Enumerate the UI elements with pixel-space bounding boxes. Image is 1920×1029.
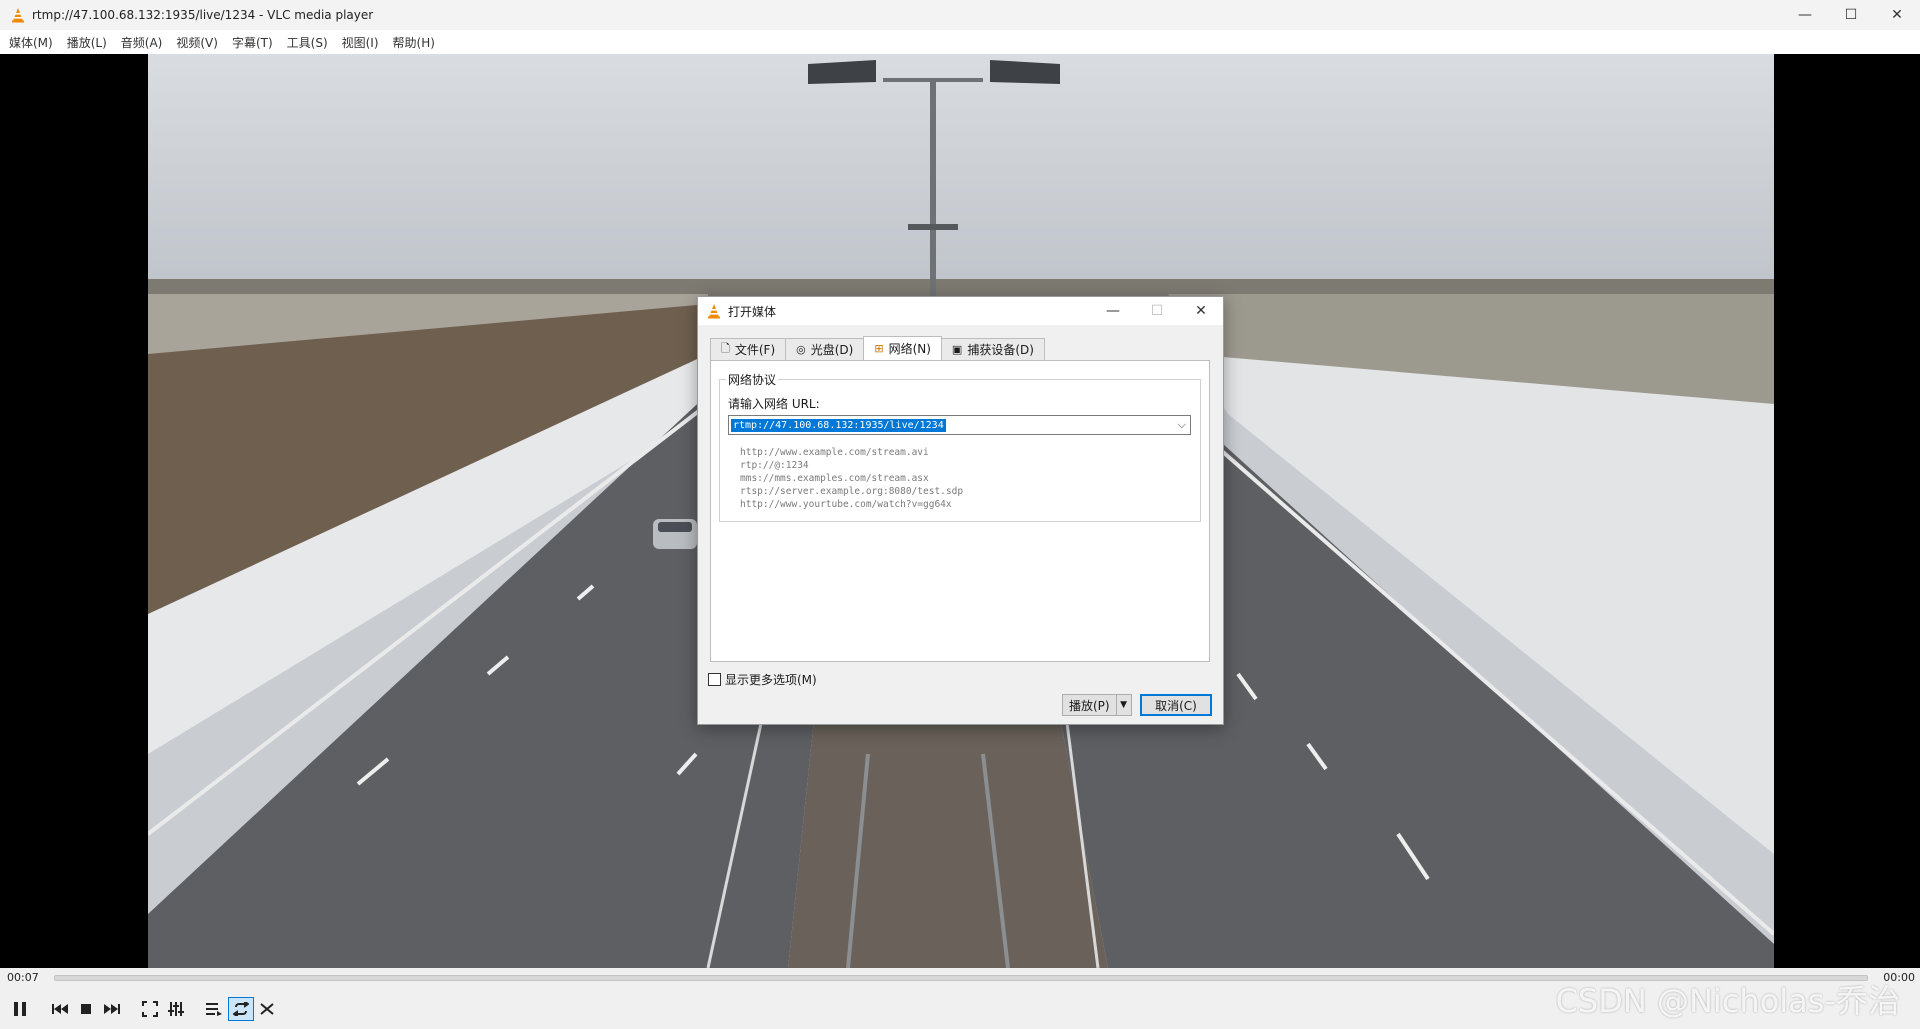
dialog-minimize-button[interactable]: —: [1091, 297, 1135, 325]
disc-icon: ◎: [796, 343, 806, 356]
stop-icon: [81, 1003, 91, 1014]
tab-network[interactable]: ⊞ 网络(N): [863, 336, 942, 360]
equalizer-icon: [168, 1001, 184, 1016]
menu-help[interactable]: 帮助(H): [388, 34, 444, 51]
example-url: mms://mms.examples.com/stream.asx: [740, 473, 929, 484]
url-input-value[interactable]: rtmp://47.100.68.132:1935/live/1234: [731, 418, 946, 432]
example-url: rtsp://server.example.org:8080/test.sdp: [740, 486, 964, 497]
shuffle-button[interactable]: [256, 997, 280, 1021]
vlc-cone-icon: [708, 304, 720, 319]
chevron-down-icon[interactable]: ⌵: [1178, 418, 1186, 432]
cancel-button[interactable]: 取消(C): [1140, 694, 1212, 716]
tab-network-label: 网络(N): [888, 342, 931, 356]
dialog-title: 打开媒体: [728, 304, 777, 319]
menu-subtitle[interactable]: 字幕(T): [227, 34, 282, 51]
example-url: http://www.yourtube.com/watch?v=gg64x: [740, 499, 952, 510]
file-icon: 🗋: [721, 342, 730, 355]
playlist-icon: [206, 1002, 222, 1016]
show-more-options-checkbox[interactable]: [708, 673, 721, 686]
close-button[interactable]: ✕: [1874, 0, 1920, 30]
dialog-maximize-button: ☐: [1150, 303, 1164, 319]
example-url: rtp://@:1234: [740, 460, 809, 471]
play-split-button: 播放(P) ▼: [1062, 694, 1132, 716]
next-icon: [104, 1003, 120, 1014]
extended-settings-button[interactable]: [164, 997, 188, 1021]
tab-file[interactable]: 🗋 文件(F): [710, 338, 787, 360]
stop-button[interactable]: [74, 997, 98, 1021]
minimize-button[interactable]: —: [1782, 0, 1828, 30]
title-bar: rtmp://47.100.68.132:1935/live/1234 - VL…: [0, 0, 1920, 30]
vlc-cone-icon: [12, 8, 24, 23]
menu-audio[interactable]: 音频(A): [116, 34, 172, 51]
previous-button[interactable]: [48, 997, 72, 1021]
playlist-button[interactable]: [202, 997, 226, 1021]
tab-capture-device-label: 捕获设备(D): [967, 343, 1034, 357]
dialog-close-button[interactable]: ✕: [1179, 297, 1223, 325]
url-examples: http://www.example.com/stream.avi rtp://…: [740, 446, 963, 511]
open-media-dialog: 打开媒体 — ☐ ✕ 🗋 文件(F) ◎ 光盘(D) ⊞ 网络(N) ▣ 捕获设…: [697, 296, 1224, 725]
window-title: rtmp://47.100.68.132:1935/live/1234 - VL…: [32, 8, 374, 22]
menu-tools[interactable]: 工具(S): [282, 34, 337, 51]
group-title: 网络协议: [726, 371, 779, 388]
menu-bar: 媒体(M) 播放(L) 音频(A) 视频(V) 字幕(T) 工具(S) 视图(I…: [0, 30, 1920, 54]
tab-file-label: 文件(F): [734, 343, 776, 357]
capture-device-icon: ▣: [951, 343, 963, 356]
menu-video[interactable]: 视频(V): [171, 34, 227, 51]
next-button[interactable]: [100, 997, 124, 1021]
show-more-options-label: 显示更多选项(M): [725, 673, 817, 687]
network-protocol-group: 网络协议 请输入网络 URL: rtmp://47.100.68.132:193…: [719, 371, 1201, 522]
dialog-title-bar: 打开媒体 — ☐ ✕: [698, 297, 1223, 325]
fullscreen-button[interactable]: [138, 997, 162, 1021]
window-controls: — ☐ ✕: [1782, 0, 1920, 30]
shuffle-icon: [260, 1002, 274, 1015]
tab-capture-device[interactable]: ▣ 捕获设备(D): [940, 338, 1045, 360]
pause-icon: [14, 1001, 26, 1016]
network-tab-panel: 网络协议 请输入网络 URL: rtmp://47.100.68.132:193…: [710, 360, 1210, 662]
network-icon: ⊞: [874, 342, 884, 355]
play-button[interactable]: 播放(P): [1063, 695, 1117, 715]
tab-disc-label: 光盘(D): [810, 343, 854, 357]
dialog-window-controls: — ☐ ✕: [1091, 297, 1223, 325]
maximize-button[interactable]: ☐: [1828, 0, 1874, 30]
elapsed-time: 00:07: [7, 971, 39, 984]
fullscreen-icon: [142, 1000, 158, 1017]
menu-view[interactable]: 视图(I): [337, 34, 388, 51]
tab-disc[interactable]: ◎ 光盘(D): [785, 338, 865, 360]
loop-icon: [233, 1001, 249, 1016]
menu-media[interactable]: 媒体(M): [4, 34, 62, 51]
url-label: 请输入网络 URL:: [728, 397, 820, 411]
previous-icon: [52, 1003, 68, 1014]
dialog-tabs: 🗋 文件(F) ◎ 光盘(D) ⊞ 网络(N) ▣ 捕获设备(D): [710, 336, 1045, 360]
example-url: http://www.example.com/stream.avi: [740, 447, 929, 458]
menu-playback[interactable]: 播放(L): [62, 34, 116, 51]
watermark: CSDN @Nicholas-乔治: [1555, 982, 1900, 1020]
pause-button[interactable]: [6, 997, 34, 1021]
show-more-options[interactable]: 显示更多选项(M): [708, 671, 817, 688]
url-combobox[interactable]: rtmp://47.100.68.132:1935/live/1234 ⌵: [728, 415, 1191, 435]
loop-button[interactable]: [228, 996, 254, 1021]
play-options-dropdown[interactable]: ▼: [1117, 695, 1131, 715]
